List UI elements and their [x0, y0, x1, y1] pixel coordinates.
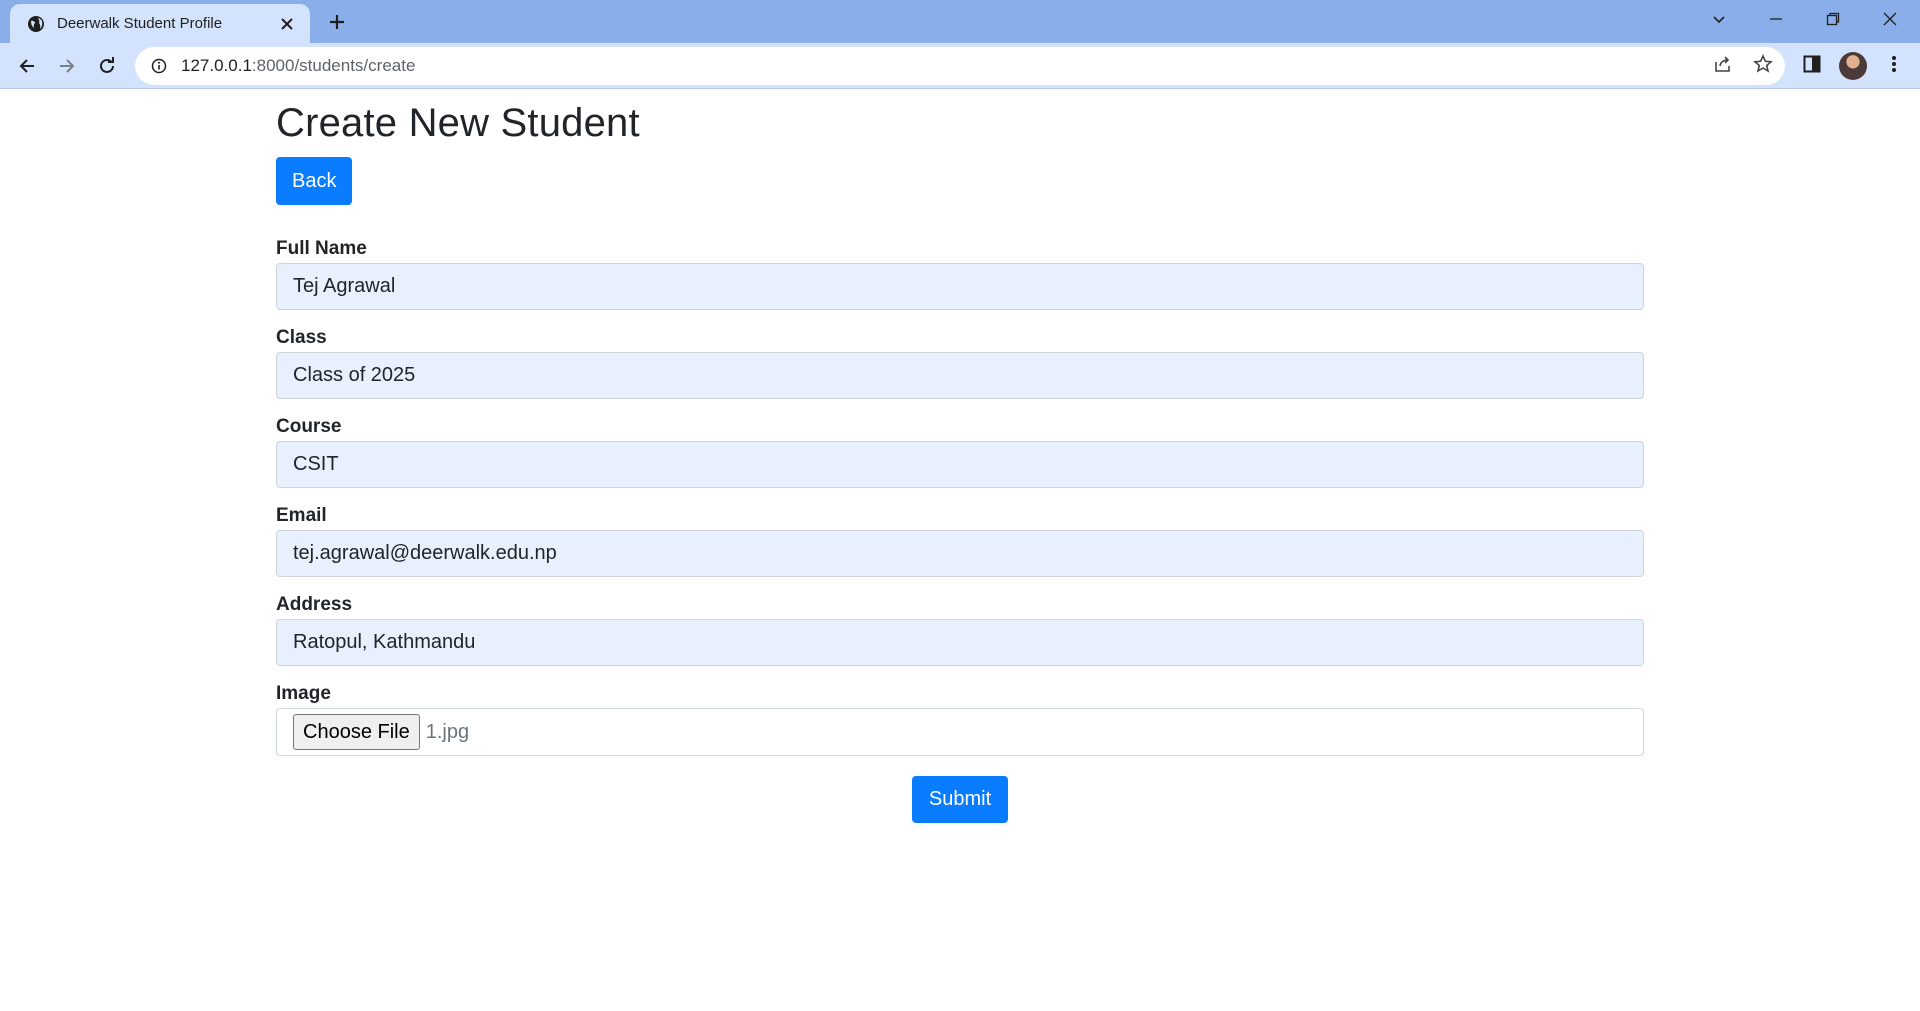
address-field: Address Ratopul, Kathmandu: [276, 593, 1644, 666]
minimize-button[interactable]: [1754, 6, 1798, 32]
side-panel-icon[interactable]: [1799, 51, 1825, 77]
forward-arrow-icon[interactable]: [51, 50, 83, 82]
menu-dots-icon[interactable]: [1881, 51, 1907, 77]
full-name-field: Full Name Tej Agrawal: [276, 237, 1644, 310]
url-text: 127.0.0.1:8000/students/create: [181, 56, 416, 75]
globe-icon: [26, 14, 46, 34]
selected-file-name: 1.jpg: [425, 720, 470, 743]
class-field: Class Class of 2025: [276, 326, 1644, 399]
back-arrow-icon[interactable]: [11, 50, 43, 82]
close-tab-icon[interactable]: [276, 13, 298, 35]
browser-tab[interactable]: Deerwalk Student Profile: [10, 4, 310, 43]
submit-row: Submit: [276, 776, 1644, 823]
bookmark-star-icon[interactable]: [1750, 51, 1776, 77]
full-name-label: Full Name: [276, 238, 367, 259]
full-name-input[interactable]: Tej Agrawal: [276, 263, 1644, 310]
choose-file-button[interactable]: Choose File: [293, 714, 420, 750]
browser-toolbar: 127.0.0.1:8000/students/create: [0, 43, 1920, 89]
email-field: Email tej.agrawal@deerwalk.edu.np: [276, 504, 1644, 577]
course-field: Course CSIT: [276, 415, 1644, 488]
email-input[interactable]: tej.agrawal@deerwalk.edu.np: [276, 530, 1644, 577]
close-window-button[interactable]: [1868, 6, 1912, 32]
address-bar[interactable]: 127.0.0.1:8000/students/create: [135, 47, 1785, 85]
class-input[interactable]: Class of 2025: [276, 352, 1644, 399]
profile-avatar[interactable]: [1839, 52, 1867, 80]
browser-tabstrip: Deerwalk Student Profile: [0, 0, 1920, 43]
class-label: Class: [276, 327, 327, 348]
course-label: Course: [276, 416, 342, 437]
image-field: Image Choose File 1.jpg: [276, 682, 1644, 756]
site-info-icon[interactable]: [149, 56, 169, 76]
page-title: Create New Student: [276, 101, 640, 145]
course-input[interactable]: CSIT: [276, 441, 1644, 488]
image-file-input[interactable]: Choose File 1.jpg: [276, 708, 1644, 756]
address-label: Address: [276, 594, 353, 615]
reload-icon[interactable]: [91, 50, 123, 82]
address-input[interactable]: Ratopul, Kathmandu: [276, 619, 1644, 666]
submit-button[interactable]: Submit: [911, 776, 1009, 823]
back-button[interactable]: Back: [276, 157, 353, 205]
share-icon[interactable]: [1710, 51, 1736, 77]
create-student-form: Full Name Tej Agrawal Class Class of 202…: [276, 237, 1644, 823]
email-label: Email: [276, 505, 327, 526]
tab-title: Deerwalk Student Profile: [57, 15, 223, 32]
restore-button[interactable]: [1811, 6, 1855, 32]
page-content: Create New Student Back Full Name Tej Ag…: [276, 90, 1644, 823]
new-tab-button[interactable]: [322, 9, 352, 35]
image-label: Image: [276, 683, 331, 704]
tab-search-icon[interactable]: [1697, 6, 1741, 32]
